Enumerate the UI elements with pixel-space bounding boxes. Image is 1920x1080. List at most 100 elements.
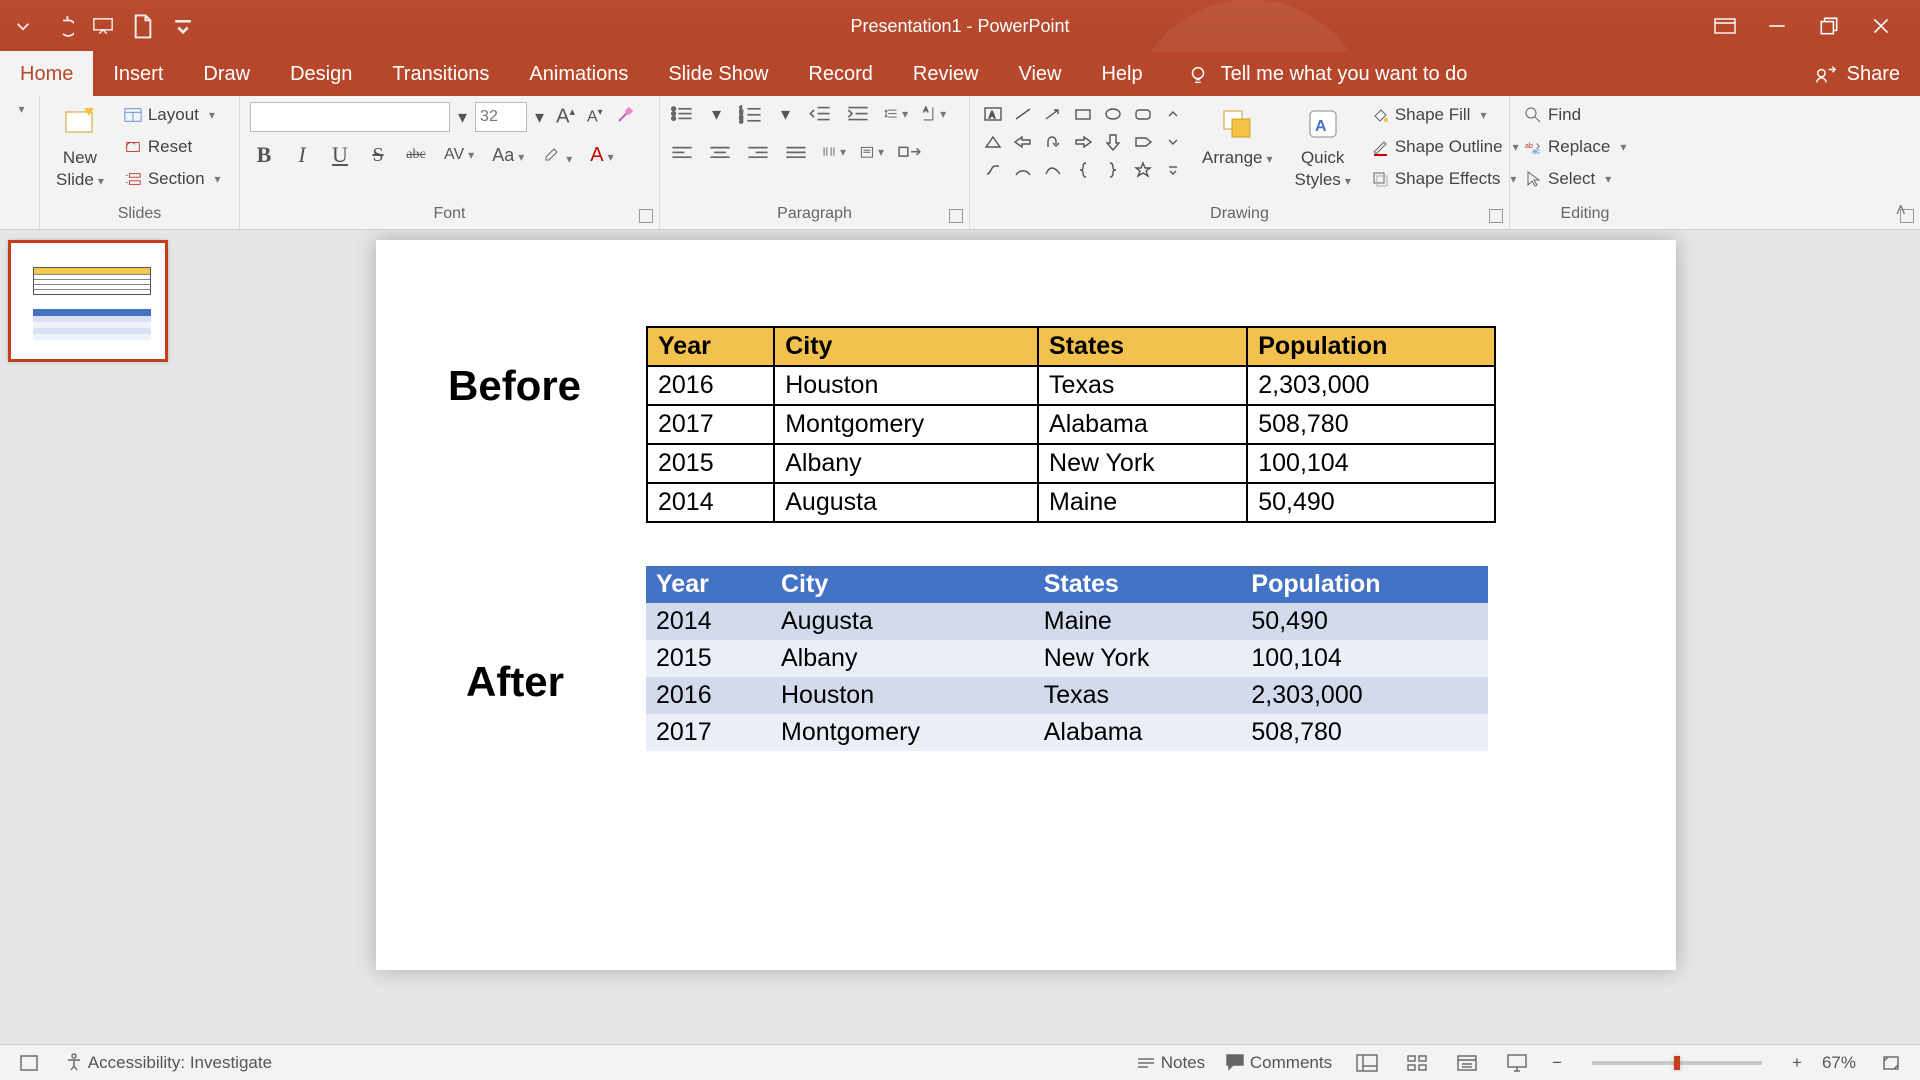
slide-1[interactable]: Before After Year City States Population… — [376, 240, 1676, 970]
tab-review[interactable]: Review — [893, 51, 999, 96]
shape-triangle-icon[interactable] — [980, 130, 1006, 154]
arrange-button[interactable]: Arrange — [1196, 102, 1279, 168]
tab-view[interactable]: View — [998, 51, 1081, 96]
shape-star-icon[interactable] — [1130, 158, 1156, 182]
font-size-caret-icon[interactable]: ▾ — [531, 107, 548, 128]
shape-gallery-more-icon[interactable] — [1160, 158, 1186, 182]
numbering-caret-icon[interactable]: ▾ — [777, 104, 794, 125]
reset-button[interactable]: Reset — [120, 134, 225, 160]
collapse-ribbon-icon[interactable]: ˄ — [1895, 200, 1906, 221]
accessibility-status[interactable]: Accessibility: Investigate — [64, 1052, 272, 1073]
fit-to-window-button[interactable] — [1876, 1052, 1906, 1074]
ribbon-display-options-icon[interactable] — [1714, 15, 1736, 37]
highlight-button[interactable] — [538, 143, 576, 168]
shape-roundrect-icon[interactable] — [1130, 102, 1156, 126]
find-button[interactable]: Find — [1520, 102, 1630, 128]
clear-formatting-icon[interactable] — [611, 105, 639, 130]
replace-button[interactable]: abac Replace — [1520, 134, 1630, 160]
quick-styles-button[interactable]: A Quick Styles — [1289, 102, 1357, 190]
font-launcher-icon[interactable] — [639, 209, 653, 223]
paste-button[interactable] — [14, 102, 24, 116]
layout-button[interactable]: Layout — [120, 102, 225, 128]
comments-button[interactable]: Comments — [1225, 1053, 1332, 1073]
zoom-out-button[interactable]: − — [1552, 1053, 1562, 1073]
grow-font-icon[interactable]: A▴ — [552, 105, 579, 129]
italic-button[interactable]: I — [288, 142, 316, 168]
notes-button[interactable]: Notes — [1136, 1053, 1205, 1073]
shadow-button[interactable]: S — [364, 144, 392, 167]
align-center-button[interactable] — [708, 140, 732, 164]
align-text-button[interactable] — [860, 140, 884, 164]
qat-customize-icon[interactable] — [172, 15, 194, 37]
smartart-button[interactable] — [898, 140, 922, 164]
new-slide-button[interactable]: New Slide — [50, 102, 110, 190]
shapes-gallery[interactable]: A — [980, 102, 1186, 182]
shape-pentagon-icon[interactable] — [1130, 130, 1156, 154]
normal-view-button[interactable] — [1352, 1052, 1382, 1074]
shape-connector-icon[interactable] — [980, 158, 1006, 182]
paragraph-launcher-icon[interactable] — [949, 209, 963, 223]
shape-effects-button[interactable]: Shape Effects — [1367, 166, 1523, 192]
tell-me-search[interactable]: Tell me what you want to do — [1187, 63, 1468, 96]
underline-button[interactable]: U — [326, 142, 354, 168]
close-icon[interactable] — [1870, 15, 1892, 37]
after-table[interactable]: Year City States Population 2014AugustaM… — [646, 566, 1488, 751]
shape-gallery-down-icon[interactable] — [1160, 130, 1186, 154]
minimize-icon[interactable] — [1766, 15, 1788, 37]
shape-fill-button[interactable]: Shape Fill — [1367, 102, 1523, 128]
drawing-launcher-icon[interactable] — [1489, 209, 1503, 223]
shape-gallery-up-icon[interactable] — [1160, 102, 1186, 126]
shape-line-icon[interactable] — [1010, 102, 1036, 126]
shape-r-arrow-icon[interactable] — [1070, 130, 1096, 154]
char-spacing-button[interactable]: AV — [440, 146, 478, 164]
tab-design[interactable]: Design — [270, 51, 372, 96]
align-right-button[interactable] — [746, 140, 770, 164]
numbering-button[interactable]: 123 — [739, 102, 763, 126]
slideshow-view-button[interactable] — [1502, 1052, 1532, 1074]
bold-button[interactable]: B — [250, 142, 278, 168]
decrease-indent-button[interactable] — [808, 102, 832, 126]
select-button[interactable]: Select — [1520, 166, 1630, 192]
shape-uturn-icon[interactable] — [1040, 130, 1066, 154]
shape-outline-button[interactable]: Shape Outline — [1367, 134, 1523, 160]
zoom-percent[interactable]: 67% — [1822, 1053, 1856, 1073]
line-spacing-button[interactable] — [884, 102, 908, 126]
slide-thumbnail-1[interactable] — [8, 240, 168, 362]
shape-l-arrow-icon[interactable] — [1010, 130, 1036, 154]
change-case-button[interactable]: Aa — [488, 145, 528, 166]
zoom-slider-thumb[interactable] — [1674, 1056, 1680, 1070]
start-slideshow-icon[interactable] — [92, 15, 114, 37]
new-file-icon[interactable] — [132, 15, 154, 37]
before-table[interactable]: Year City States Population 2016HoustonT… — [646, 326, 1496, 523]
qat-more-icon[interactable] — [12, 15, 34, 37]
align-left-button[interactable] — [670, 140, 694, 164]
bullets-caret-icon[interactable]: ▾ — [708, 104, 725, 125]
zoom-slider[interactable] — [1592, 1061, 1762, 1065]
bullets-button[interactable] — [670, 102, 694, 126]
font-size-input[interactable] — [475, 102, 527, 132]
columns-button[interactable] — [822, 140, 846, 164]
strikethrough-button[interactable]: abc — [402, 147, 430, 163]
tab-home[interactable]: Home — [0, 51, 93, 96]
shape-d-arrow-icon[interactable] — [1100, 130, 1126, 154]
increase-indent-button[interactable] — [846, 102, 870, 126]
restore-icon[interactable] — [1818, 15, 1840, 37]
tab-help[interactable]: Help — [1081, 51, 1162, 96]
shape-lbrace-icon[interactable] — [1070, 158, 1096, 182]
shape-oval-icon[interactable] — [1100, 102, 1126, 126]
section-button[interactable]: Section — [120, 166, 225, 192]
sorter-view-button[interactable] — [1402, 1052, 1432, 1074]
status-left-icon[interactable] — [14, 1052, 44, 1074]
shrink-font-icon[interactable]: A▾ — [583, 107, 607, 126]
tab-record[interactable]: Record — [788, 51, 892, 96]
text-direction-button[interactable]: A — [922, 102, 946, 126]
tab-transitions[interactable]: Transitions — [372, 51, 509, 96]
font-name-input[interactable] — [250, 102, 450, 132]
shape-rbrace-icon[interactable] — [1100, 158, 1126, 182]
shape-arc-icon[interactable] — [1010, 158, 1036, 182]
slide-thumbnails-panel[interactable] — [0, 230, 176, 1044]
tab-draw[interactable]: Draw — [183, 51, 270, 96]
zoom-in-button[interactable]: + — [1792, 1053, 1802, 1073]
reading-view-button[interactable] — [1452, 1052, 1482, 1074]
shape-curve-icon[interactable] — [1040, 158, 1066, 182]
